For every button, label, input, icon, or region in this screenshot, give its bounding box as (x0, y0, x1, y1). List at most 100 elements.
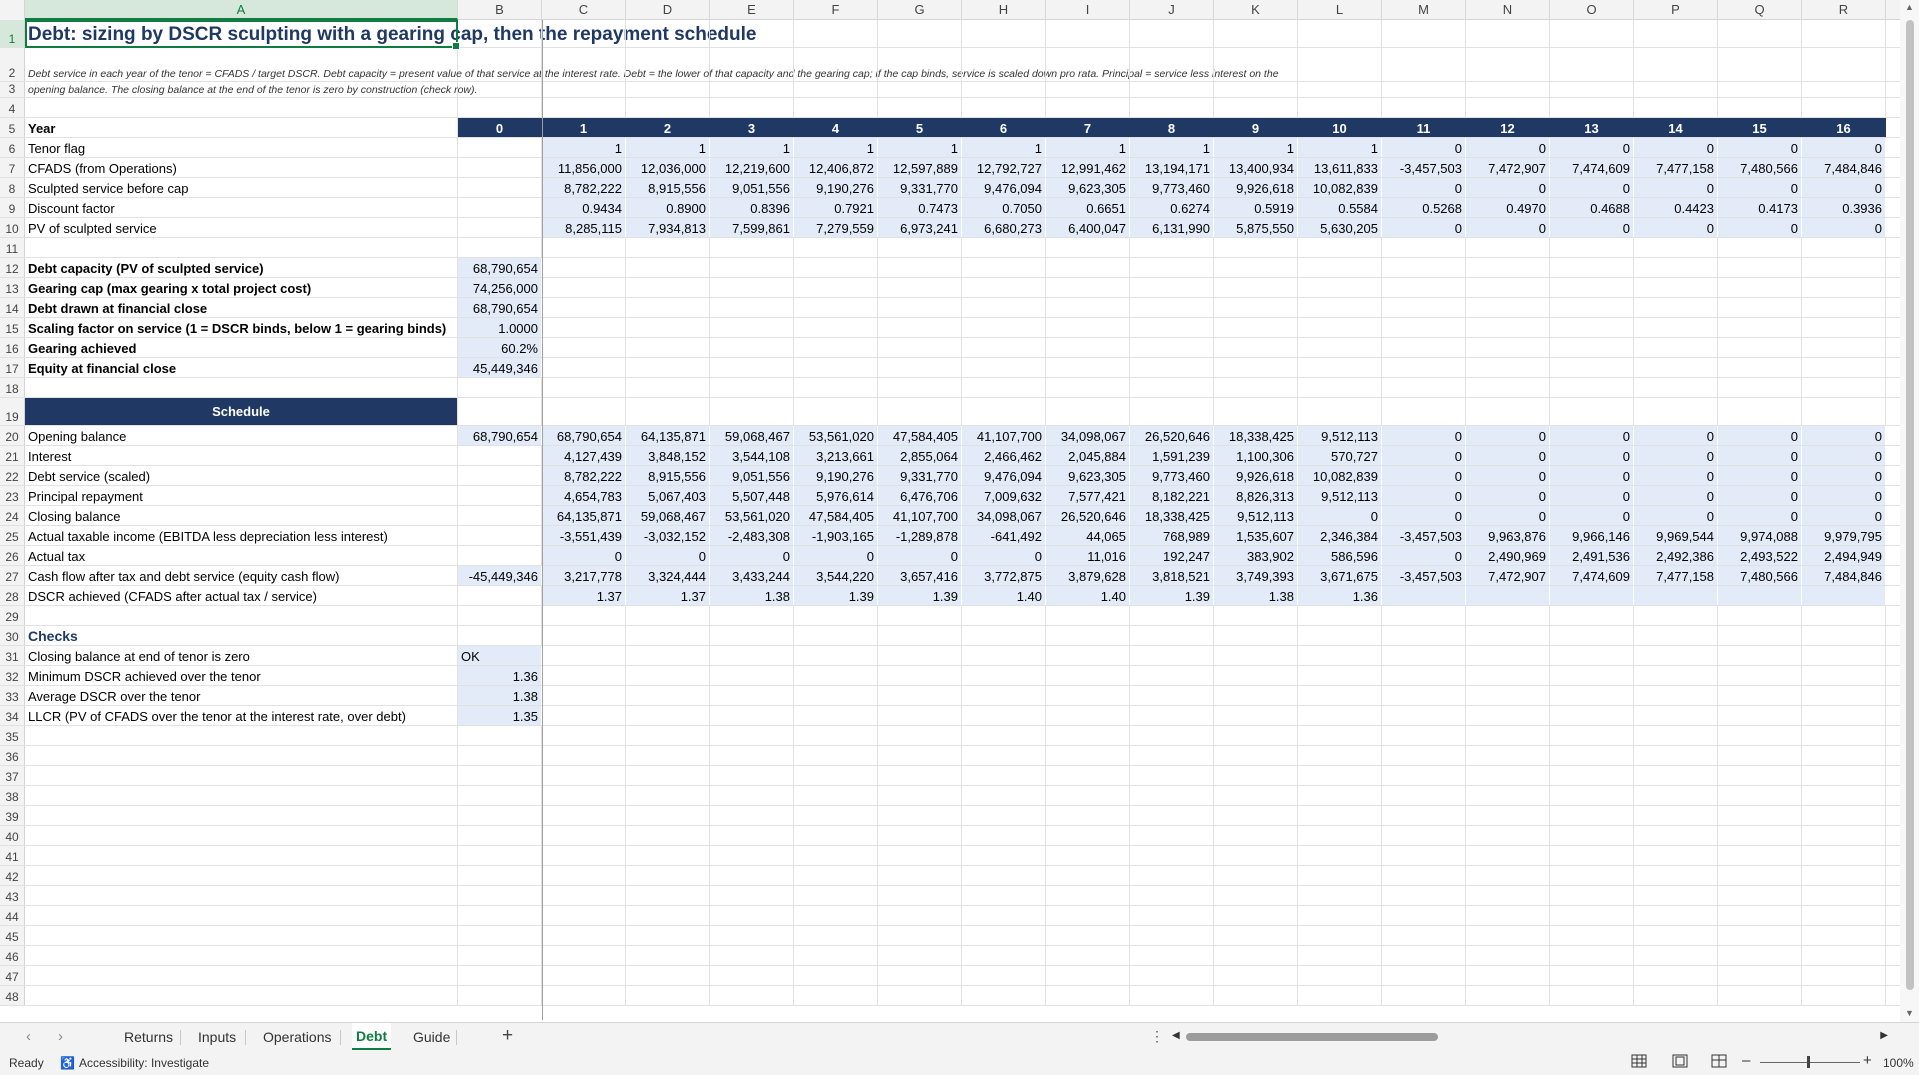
cell[interactable] (1550, 98, 1634, 117)
cell[interactable] (878, 826, 962, 845)
cell[interactable] (878, 766, 962, 785)
cell[interactable] (794, 398, 878, 425)
cell[interactable]: 0 (1634, 446, 1718, 465)
cell[interactable] (1046, 258, 1130, 277)
cell[interactable] (1634, 626, 1718, 645)
cell[interactable] (542, 906, 626, 925)
cell[interactable] (626, 746, 710, 765)
cell[interactable] (794, 98, 878, 117)
cell[interactable] (962, 398, 1046, 425)
cell[interactable]: 0 (1802, 446, 1886, 465)
cell[interactable]: 7,472,907 (1466, 158, 1550, 177)
cell[interactable] (458, 138, 542, 157)
cell[interactable] (710, 48, 794, 81)
cell[interactable]: 0 (1466, 426, 1550, 445)
cell[interactable] (1550, 906, 1634, 925)
cell[interactable] (1298, 238, 1382, 257)
cell[interactable] (458, 846, 542, 865)
cell[interactable]: 0.6651 (1046, 198, 1130, 217)
row-header[interactable]: 7 (0, 158, 25, 177)
cell[interactable] (710, 626, 794, 645)
cell[interactable] (1214, 318, 1298, 337)
cell[interactable] (1382, 686, 1466, 705)
cell[interactable]: 1,591,239 (1130, 446, 1214, 465)
cell[interactable]: 0 (1466, 506, 1550, 525)
cell[interactable] (25, 906, 458, 925)
cell[interactable] (1130, 358, 1214, 377)
column-header-F[interactable]: F (794, 0, 878, 20)
cell[interactable] (1718, 318, 1802, 337)
cell[interactable] (1046, 686, 1130, 705)
cell[interactable] (1718, 826, 1802, 845)
cell[interactable]: 0.3936 (1802, 198, 1886, 217)
cell[interactable]: 1.36 (1298, 586, 1382, 605)
cell[interactable] (1466, 866, 1550, 885)
cell[interactable] (1634, 846, 1718, 865)
cell[interactable] (1718, 786, 1802, 805)
sheet-tab-operations[interactable]: Operations (259, 1023, 335, 1051)
cell[interactable] (1298, 338, 1382, 357)
cell[interactable] (1382, 986, 1466, 1005)
cell[interactable]: 34,098,067 (1046, 426, 1130, 445)
cell[interactable] (1466, 318, 1550, 337)
zoom-in-icon[interactable]: + (1863, 1052, 1872, 1069)
cell[interactable]: 47,584,405 (878, 426, 962, 445)
cell[interactable] (1382, 826, 1466, 845)
cell[interactable] (1550, 886, 1634, 905)
cell[interactable] (626, 378, 710, 397)
cell[interactable]: 9,190,276 (794, 178, 878, 197)
cell[interactable] (1298, 786, 1382, 805)
cell[interactable]: 1.37 (542, 586, 626, 605)
cell[interactable]: 0 (1802, 506, 1886, 525)
scroll-left-icon[interactable]: ◀ (1172, 1030, 1180, 1041)
cell[interactable]: 1.40 (1046, 586, 1130, 605)
cell[interactable] (1466, 358, 1550, 377)
cell[interactable] (1130, 986, 1214, 1005)
cell[interactable] (458, 626, 542, 645)
cell[interactable] (25, 826, 458, 845)
cell[interactable] (1466, 766, 1550, 785)
year-header[interactable]: 8 (1130, 118, 1214, 137)
cell[interactable] (1046, 786, 1130, 805)
cell[interactable] (1046, 646, 1130, 665)
cell[interactable]: 13,400,934 (1214, 158, 1298, 177)
cell[interactable]: 1.39 (794, 586, 878, 605)
cell[interactable]: 0 (1550, 218, 1634, 237)
cell[interactable]: 8,782,222 (542, 466, 626, 485)
cell[interactable]: -3,457,503 (1382, 526, 1466, 545)
cell[interactable] (710, 338, 794, 357)
cell[interactable] (1718, 586, 1802, 605)
cell[interactable] (878, 626, 962, 645)
cell[interactable] (710, 20, 794, 47)
cell[interactable] (1382, 726, 1466, 745)
sheet-tab-guide[interactable]: Guide (409, 1023, 454, 1051)
cell[interactable] (25, 926, 458, 945)
cell[interactable] (1382, 906, 1466, 925)
cell[interactable]: 1 (542, 138, 626, 157)
cell[interactable] (542, 786, 626, 805)
cell[interactable] (1130, 966, 1214, 985)
cell[interactable] (1046, 82, 1130, 97)
year-header[interactable]: 4 (794, 118, 878, 137)
cell[interactable] (1382, 666, 1466, 685)
cell[interactable] (1634, 966, 1718, 985)
cell[interactable]: 12,036,000 (626, 158, 710, 177)
cell[interactable] (1718, 926, 1802, 945)
cell[interactable]: 0.5584 (1298, 198, 1382, 217)
cell[interactable]: 2,492,386 (1634, 546, 1718, 565)
cell[interactable] (962, 626, 1046, 645)
cell[interactable] (1130, 378, 1214, 397)
cell[interactable] (542, 238, 626, 257)
cell[interactable]: 5,507,448 (710, 486, 794, 505)
row-label[interactable]: Principal repayment (25, 486, 458, 505)
summary-value[interactable]: 60.2% (458, 338, 542, 357)
cell[interactable] (1634, 906, 1718, 925)
cell[interactable]: 34,098,067 (962, 506, 1046, 525)
cell[interactable]: 9,476,094 (962, 466, 1046, 485)
cell[interactable]: 0 (1802, 218, 1886, 237)
cell[interactable] (1298, 318, 1382, 337)
cell[interactable]: 5,976,614 (794, 486, 878, 505)
row-header[interactable]: 23 (0, 486, 25, 505)
column-header-P[interactable]: P (1634, 0, 1718, 20)
cell[interactable] (1718, 746, 1802, 765)
